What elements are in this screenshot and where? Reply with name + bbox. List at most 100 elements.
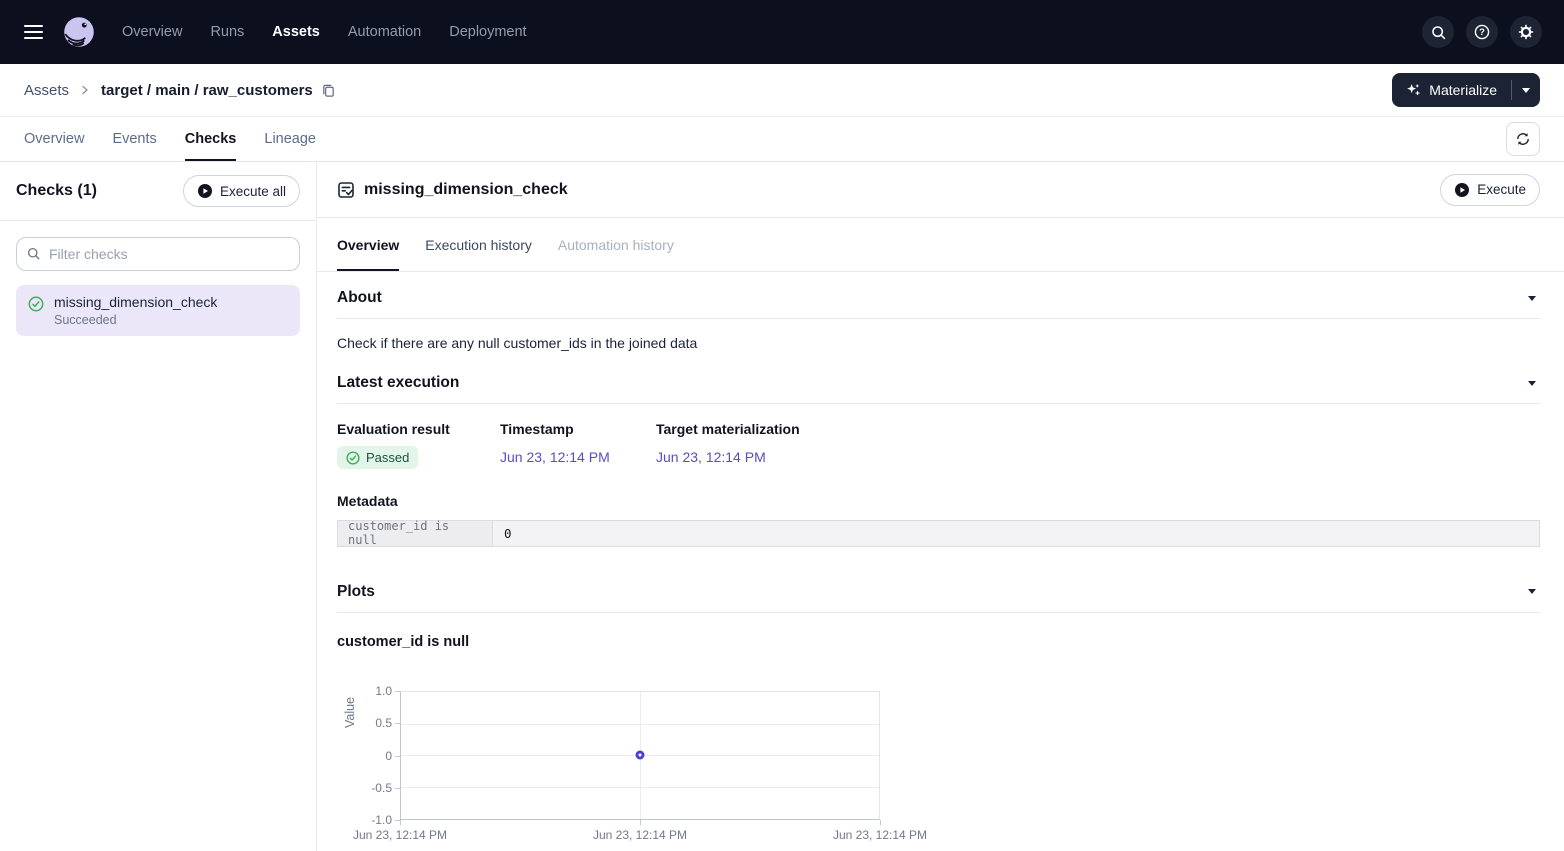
- metadata-key: customer_id is null: [338, 521, 493, 546]
- top-nav-links: Overview Runs Assets Automation Deployme…: [122, 24, 527, 40]
- breadcrumb-assets-link[interactable]: Assets: [24, 82, 69, 99]
- x-tick-label: Jun 23, 12:14 PM: [833, 828, 927, 842]
- target-materialization-link[interactable]: Jun 23, 12:14 PM: [656, 449, 766, 465]
- column-evaluation-result: Evaluation result: [337, 421, 500, 437]
- plots-heading: Plots: [337, 583, 375, 601]
- nav-item-runs[interactable]: Runs: [210, 24, 244, 40]
- caret-down-icon: [1528, 589, 1536, 594]
- nav-item-automation[interactable]: Automation: [348, 24, 421, 40]
- check-detail-tab-bar: Overview Execution history Automation hi…: [317, 218, 1564, 272]
- page: Overview Runs Assets Automation Deployme…: [0, 0, 1564, 851]
- collapse-about-button[interactable]: [1524, 292, 1540, 305]
- tab-lineage[interactable]: Lineage: [264, 117, 316, 161]
- passed-label: Passed: [366, 450, 409, 465]
- y-tick-label: -0.5: [337, 780, 392, 796]
- latest-execution-section-header: Latest execution: [337, 363, 1540, 403]
- check-description: Check if there are any null customer_ids…: [337, 335, 1540, 351]
- execute-button[interactable]: Execute: [1440, 174, 1540, 206]
- x-tick-mark: [400, 820, 401, 825]
- plot-title: customer_id is null: [337, 634, 1540, 650]
- check-detail-panel: missing_dimension_check Execute Overview…: [317, 162, 1564, 851]
- check-title: missing_dimension_check: [364, 181, 568, 199]
- latest-execution-values: Passed Jun 23, 12:14 PM Jun 23, 12:14 PM: [337, 446, 1540, 470]
- breadcrumb: Assets target / main / raw_customers Mat…: [0, 64, 1564, 117]
- play-circle-icon: [197, 183, 213, 199]
- y-tick-label: 0.5: [337, 715, 392, 731]
- about-section-header: About: [337, 278, 1540, 318]
- divider: [337, 612, 1540, 613]
- refresh-button[interactable]: [1506, 122, 1540, 156]
- nav-item-deployment[interactable]: Deployment: [449, 24, 526, 40]
- refresh-icon: [1515, 131, 1531, 147]
- tab-execution-history[interactable]: Execution history: [425, 218, 532, 271]
- copy-asset-key-button[interactable]: [321, 83, 336, 98]
- sparkle-icon: [1406, 83, 1421, 98]
- search-icon: [26, 246, 41, 261]
- tab-overview[interactable]: Overview: [24, 117, 84, 161]
- tab-check-overview[interactable]: Overview: [337, 218, 399, 271]
- data-point: [636, 751, 645, 760]
- metadata-value: 0: [493, 521, 1539, 546]
- y-tick-label: 1.0: [337, 683, 392, 699]
- passed-badge: Passed: [337, 446, 418, 469]
- checks-sidebar: Checks (1) Execute all: [0, 162, 317, 851]
- value-plot-chart: Value 1.0 0.5 0 -0.5 -1.0: [337, 678, 1540, 851]
- settings-button[interactable]: [1510, 16, 1542, 48]
- about-heading: About: [337, 289, 382, 307]
- help-button[interactable]: ?: [1466, 16, 1498, 48]
- check-item-status: Succeeded: [54, 313, 217, 327]
- caret-down-icon: [1528, 296, 1536, 301]
- timestamp-link[interactable]: Jun 23, 12:14 PM: [500, 449, 610, 465]
- tab-checks[interactable]: Checks: [185, 117, 237, 161]
- tab-events[interactable]: Events: [112, 117, 156, 161]
- x-tick-mark: [880, 820, 881, 825]
- check-list-item[interactable]: missing_dimension_check Succeeded: [16, 285, 300, 336]
- divider: [337, 318, 1540, 319]
- check-item-name: missing_dimension_check: [54, 294, 217, 310]
- hamburger-menu-icon[interactable]: [0, 0, 46, 64]
- column-target-materialization: Target materialization: [656, 421, 800, 437]
- check-success-icon: [346, 451, 360, 465]
- top-nav-actions: ?: [1422, 16, 1564, 48]
- breadcrumb-asset-path[interactable]: target / main / raw_customers: [101, 82, 313, 99]
- nav-item-overview[interactable]: Overview: [122, 24, 182, 40]
- collapse-latest-execution-button[interactable]: [1524, 377, 1540, 390]
- execute-all-button[interactable]: Execute all: [183, 175, 300, 207]
- materialize-label: Materialize: [1429, 82, 1497, 98]
- tab-automation-history[interactable]: Automation history: [558, 218, 674, 271]
- collapse-plots-button[interactable]: [1524, 585, 1540, 598]
- caret-down-icon: [1522, 88, 1530, 93]
- filter-checks-input[interactable]: [16, 237, 300, 271]
- x-tick-mark: [640, 820, 641, 825]
- svg-text:?: ?: [1479, 27, 1485, 38]
- x-tick-label: Jun 23, 12:14 PM: [593, 828, 687, 842]
- y-tick-label: -1.0: [337, 812, 392, 828]
- nav-item-assets[interactable]: Assets: [272, 24, 320, 40]
- metadata-heading: Metadata: [337, 493, 1540, 509]
- plot-area: [400, 691, 880, 820]
- execute-all-label: Execute all: [220, 184, 286, 199]
- plots-section-header: Plots: [337, 572, 1540, 612]
- metadata-table: customer_id is null 0: [337, 520, 1540, 547]
- play-circle-icon: [1454, 182, 1470, 198]
- search-button[interactable]: [1422, 16, 1454, 48]
- check-success-icon: [28, 296, 44, 312]
- materialize-button[interactable]: Materialize: [1392, 73, 1511, 107]
- caret-down-icon: [1528, 381, 1536, 386]
- latest-execution-columns: Evaluation result Timestamp Target mater…: [337, 421, 1540, 437]
- asset-check-icon: [337, 181, 355, 199]
- y-tick-label: 0: [337, 748, 392, 764]
- copy-icon: [321, 83, 336, 98]
- asset-actions: Materialize: [1392, 73, 1540, 107]
- help-icon: ?: [1473, 23, 1491, 41]
- dagster-logo-icon[interactable]: [60, 13, 98, 51]
- latest-execution-heading: Latest execution: [337, 374, 459, 392]
- top-nav: Overview Runs Assets Automation Deployme…: [0, 0, 1564, 64]
- materialize-split-button: Materialize: [1392, 73, 1540, 107]
- chevron-right-icon: [79, 84, 91, 96]
- gear-icon: [1517, 23, 1535, 41]
- execute-label: Execute: [1477, 182, 1526, 197]
- divider: [337, 403, 1540, 404]
- x-tick-label: Jun 23, 12:14 PM: [353, 828, 447, 842]
- materialize-dropdown-button[interactable]: [1512, 73, 1540, 107]
